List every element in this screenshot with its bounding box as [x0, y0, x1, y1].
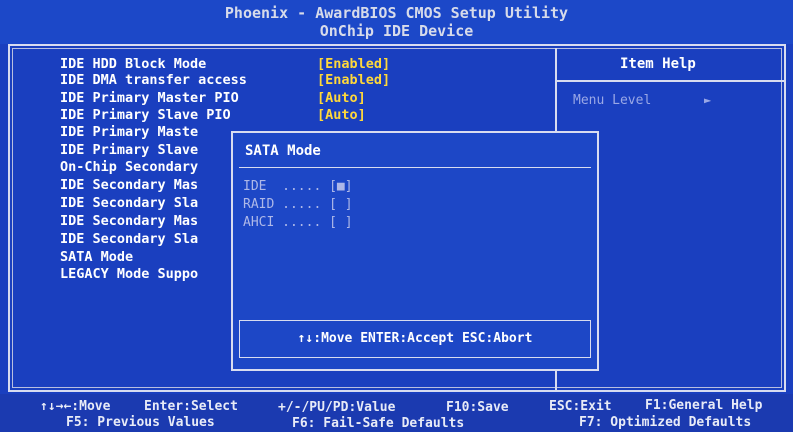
- key-enter: Enter:Select: [144, 399, 238, 414]
- setting-value[interactable]: [Enabled]: [317, 71, 390, 89]
- key-optimized-defaults: F7: Optimized Defaults: [579, 415, 752, 430]
- popup-help-box: ↑↓:Move ENTER:Accept ESC:Abort: [239, 320, 591, 358]
- bios-title: Phoenix - AwardBIOS CMOS Setup Utility: [224, 4, 569, 22]
- setting-ide-dma-transfer[interactable]: IDE DMA transfer access: [60, 71, 247, 89]
- setting-sata-mode[interactable]: SATA Mode: [60, 248, 133, 266]
- setting-secondary-slave-udma[interactable]: IDE Secondary Sla: [60, 230, 198, 248]
- key-general-help: F1:General Help: [645, 398, 763, 413]
- key-previous-values: F5: Previous Values: [66, 415, 215, 430]
- option-ahci[interactable]: AHCI ..... [ ]: [243, 215, 353, 230]
- setting-primary-slave-udma[interactable]: IDE Primary Slave: [60, 141, 198, 159]
- page-title: OnChip IDE Device: [319, 22, 474, 40]
- option-raid[interactable]: RAID ..... [ ]: [243, 197, 353, 212]
- setting-primary-master-udma[interactable]: IDE Primary Maste: [60, 123, 198, 141]
- sata-mode-popup: SATA Mode IDE ..... [■] RAID ..... [ ] A…: [231, 131, 599, 371]
- popup-title: SATA Mode: [245, 143, 321, 159]
- popup-help-text: ↑↓:Move ENTER:Accept ESC:Abort: [297, 331, 533, 346]
- popup-divider: [239, 167, 591, 168]
- key-value: +/-/PU/PD:Value: [278, 400, 396, 415]
- key-help-bar: ↑↓→←:Move Enter:Select +/-/PU/PD:Value F…: [0, 394, 793, 432]
- setting-value[interactable]: [Auto]: [317, 89, 366, 107]
- menu-level-arrow-icon: ►: [704, 93, 712, 107]
- bios-header: Phoenix - AwardBIOS CMOS Setup Utility O…: [0, 0, 793, 44]
- key-exit: ESC:Exit: [549, 399, 612, 414]
- setting-value[interactable]: [Auto]: [317, 106, 366, 124]
- setting-secondary-slave-pio[interactable]: IDE Secondary Sla: [60, 194, 198, 212]
- option-ide[interactable]: IDE ..... [■]: [243, 179, 353, 194]
- setting-primary-master-pio[interactable]: IDE Primary Master PIO: [60, 89, 239, 107]
- item-help-title: Item Help: [620, 56, 696, 72]
- setting-onchip-secondary[interactable]: On-Chip Secondary: [60, 158, 198, 176]
- key-failsafe-defaults: F6: Fail-Safe Defaults: [292, 416, 465, 431]
- setting-secondary-master-pio[interactable]: IDE Secondary Mas: [60, 176, 198, 194]
- setting-secondary-master-udma[interactable]: IDE Secondary Mas: [60, 212, 198, 230]
- setting-primary-slave-pio[interactable]: IDE Primary Slave PIO: [60, 106, 231, 124]
- key-move: ↑↓→←:Move: [40, 399, 111, 414]
- menu-level-label: Menu Level: [573, 93, 652, 108]
- setting-legacy-mode[interactable]: LEGACY Mode Suppo: [60, 265, 198, 283]
- help-divider: [557, 80, 785, 82]
- key-save: F10:Save: [446, 400, 509, 415]
